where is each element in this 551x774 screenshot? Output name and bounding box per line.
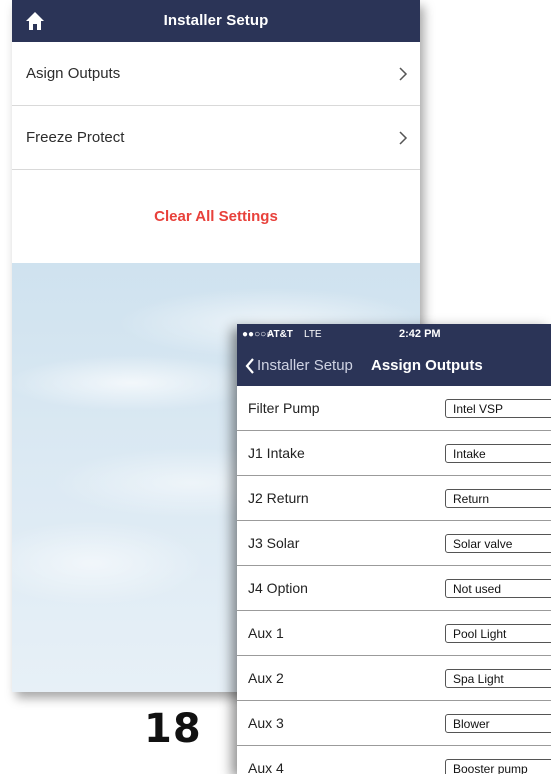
page-title: Assign Outputs xyxy=(371,357,483,374)
installer-setup-navbar: Installer Setup xyxy=(12,0,420,42)
network-label: LTE xyxy=(304,329,322,340)
output-row: Aux 4 Booster pump xyxy=(237,746,551,774)
output-row: Aux 1 Pool Light xyxy=(237,611,551,656)
output-row: J4 Option Not used xyxy=(237,566,551,611)
status-time: 2:42 PM xyxy=(399,328,441,340)
clear-all-settings-button[interactable]: Clear All Settings xyxy=(12,170,420,264)
output-label: J1 Intake xyxy=(248,445,305,461)
output-select[interactable]: Booster pump xyxy=(445,759,551,774)
output-select[interactable]: Pool Light xyxy=(445,624,551,643)
output-label: J3 Solar xyxy=(248,535,300,551)
output-label: J4 Option xyxy=(248,580,308,596)
output-row: J3 Solar Solar valve xyxy=(237,521,551,566)
output-select[interactable]: Solar valve xyxy=(445,534,551,553)
asign-outputs-item[interactable]: Asign Outputs xyxy=(12,42,420,106)
page-number: 18 xyxy=(144,706,202,752)
output-select[interactable]: Spa Light xyxy=(445,669,551,688)
chevron-left-icon[interactable] xyxy=(244,357,256,375)
menu-item-label: Freeze Protect xyxy=(26,129,125,146)
output-label: Aux 2 xyxy=(248,670,284,686)
output-row: J1 Intake Intake xyxy=(237,431,551,476)
output-select[interactable]: Not used xyxy=(445,579,551,598)
chevron-right-icon xyxy=(399,131,408,145)
output-select[interactable]: Intel VSP xyxy=(445,399,551,418)
assign-outputs-screen: ●●○○○ AT&T LTE 2:42 PM Installer Setup A… xyxy=(237,324,551,774)
assign-outputs-navbar: Installer Setup Assign Outputs xyxy=(237,346,551,386)
output-label: J2 Return xyxy=(248,490,309,506)
output-row: Aux 2 Spa Light xyxy=(237,656,551,701)
status-bar: ●●○○○ AT&T LTE 2:42 PM xyxy=(237,324,551,346)
output-label: Filter Pump xyxy=(248,400,320,416)
output-select[interactable]: Intake xyxy=(445,444,551,463)
output-row: Aux 3 Blower xyxy=(237,701,551,746)
output-row: Filter Pump Intel VSP xyxy=(237,386,551,431)
output-label: Aux 3 xyxy=(248,715,284,731)
output-label: Aux 1 xyxy=(248,625,284,641)
chevron-right-icon xyxy=(399,67,408,81)
output-select[interactable]: Blower xyxy=(445,714,551,733)
menu-item-label: Asign Outputs xyxy=(26,65,121,82)
freeze-protect-item[interactable]: Freeze Protect xyxy=(12,106,420,170)
output-row: J2 Return Return xyxy=(237,476,551,521)
page-title: Installer Setup xyxy=(163,12,269,29)
back-button[interactable]: Installer Setup xyxy=(257,346,353,386)
output-label: Aux 4 xyxy=(248,760,284,774)
carrier-label: AT&T xyxy=(267,329,293,340)
output-select[interactable]: Return xyxy=(445,489,551,508)
